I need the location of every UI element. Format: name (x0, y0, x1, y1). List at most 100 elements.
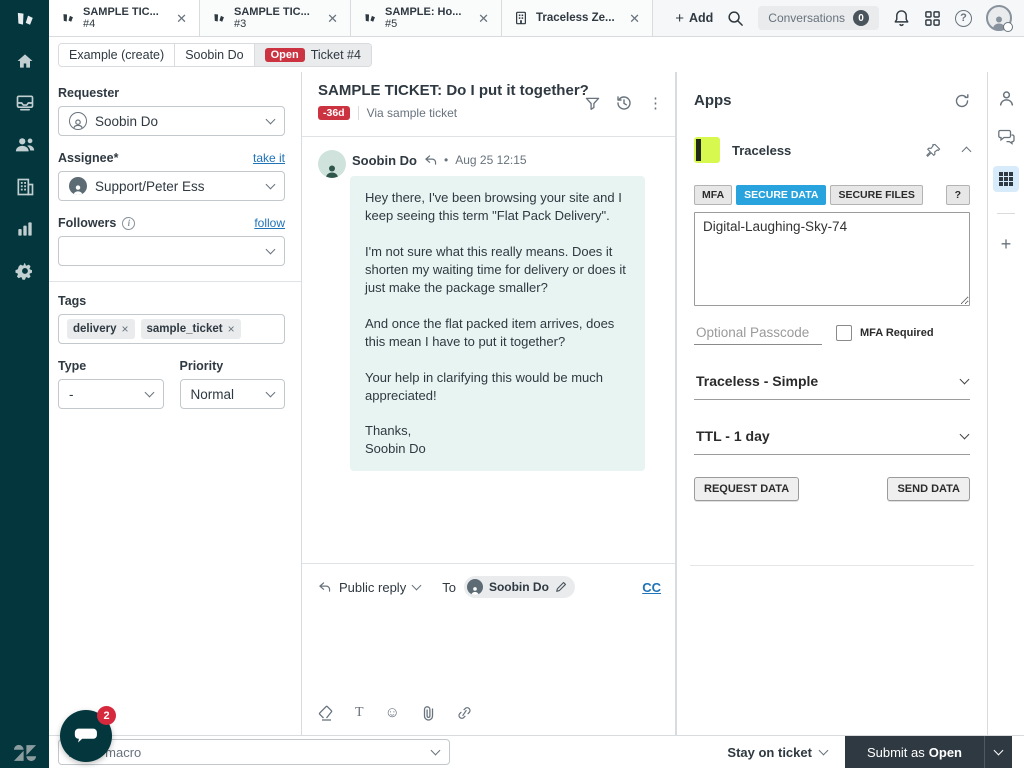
ticket-tab-3[interactable]: SAMPLE TIC... #3 ✕ (200, 0, 351, 36)
customer-context-icon[interactable] (998, 90, 1015, 107)
help-icon[interactable]: ? (955, 10, 972, 27)
tab-mfa[interactable]: MFA (694, 185, 732, 205)
add-button[interactable]: + Add (675, 10, 713, 27)
ticket-header: SAMPLE TICKET: Do I put it together? -36… (302, 72, 675, 137)
apply-macro-select[interactable]: Apply macro (58, 739, 450, 765)
followers-select[interactable] (58, 236, 285, 266)
tab-help[interactable]: ? (946, 185, 970, 205)
tag-label: sample_ticket (147, 323, 223, 335)
eraser-icon[interactable] (318, 705, 334, 721)
conversations-label: Conversations (768, 11, 845, 25)
apps-panel-title: Apps (694, 92, 732, 109)
breadcrumb-brand[interactable]: Example (create) (59, 44, 175, 66)
user-avatar[interactable] (986, 5, 1012, 31)
person-icon (324, 164, 340, 178)
tags-input[interactable]: delivery× sample_ticket × (58, 314, 285, 344)
recipient-name: Soobin Do (489, 580, 549, 594)
chevron-down-icon (144, 388, 154, 398)
reply-type-select[interactable]: Public reply (339, 580, 420, 595)
ticket-message: Soobin Do • Aug 25 12:15 Hey there, I've… (318, 150, 645, 471)
traceless-app-icon (694, 137, 720, 163)
traceless-mode-select[interactable]: Traceless - Simple (694, 367, 970, 400)
followers-label-text: Followers (58, 216, 116, 230)
tag-sample-ticket[interactable]: sample_ticket × (141, 319, 241, 339)
kebab-menu-icon[interactable]: ⋮ (648, 94, 663, 112)
chat-widget-button[interactable]: 2 (60, 710, 112, 762)
ticket-tab-4[interactable]: SAMPLE TIC... #4 ✕ (49, 0, 200, 36)
link-icon[interactable] (456, 705, 473, 721)
type-select[interactable]: - (58, 379, 164, 409)
emoji-icon[interactable]: ☺ (385, 704, 400, 721)
tab-secure-data[interactable]: SECURE DATA (736, 185, 826, 205)
text-format-icon[interactable]: T (355, 705, 364, 721)
views-icon[interactable] (15, 93, 35, 113)
follow-link[interactable]: follow (254, 216, 285, 230)
take-it-link[interactable]: take it (253, 151, 285, 165)
apps-rail-icon[interactable] (993, 166, 1019, 192)
requester-value: Soobin Do (95, 114, 259, 129)
filter-icon[interactable] (585, 96, 600, 111)
ticket-tab-5[interactable]: SAMPLE: Ho... #5 ✕ (351, 0, 502, 36)
apps-grid-icon[interactable] (924, 10, 941, 27)
tag-delivery[interactable]: delivery× (67, 319, 135, 339)
search-icon[interactable] (727, 10, 744, 27)
chevron-down-icon (994, 746, 1004, 756)
submit-options-button[interactable] (984, 736, 1012, 768)
close-icon[interactable]: ✕ (172, 10, 191, 27)
ttl-select[interactable]: TTL - 1 day (694, 422, 970, 455)
breadcrumb-ticket[interactable]: Open Ticket #4 (255, 44, 371, 66)
stay-on-ticket-select[interactable]: Stay on ticket (727, 745, 827, 760)
ticket-icon (212, 11, 226, 25)
traceless-tab[interactable]: Traceless Ze... ✕ (502, 0, 653, 36)
customers-icon[interactable] (14, 135, 36, 155)
admin-gear-icon[interactable] (15, 261, 35, 281)
add-app-icon[interactable]: + (1001, 235, 1012, 253)
reporting-icon[interactable] (15, 219, 35, 239)
status-indicator (1003, 22, 1013, 32)
organizations-icon[interactable] (15, 177, 35, 197)
conversations-button[interactable]: Conversations 0 (758, 6, 879, 30)
remove-tag-icon[interactable]: × (121, 322, 128, 336)
send-data-button[interactable]: SEND DATA (887, 477, 970, 501)
context-rail: + (988, 72, 1024, 768)
requester-select[interactable]: Soobin Do (58, 106, 285, 136)
message-signoff: Thanks, (365, 422, 630, 440)
tab-subtitle: #4 (83, 18, 164, 30)
secure-data-textarea[interactable]: Digital-Laughing-Sky-74 (694, 212, 970, 306)
close-icon[interactable]: ✕ (474, 10, 493, 27)
message-author[interactable]: Soobin Do (352, 153, 417, 168)
collapse-chevron-icon[interactable] (962, 147, 972, 157)
remove-tag-icon[interactable]: × (228, 322, 235, 336)
history-icon[interactable] (616, 95, 632, 111)
refresh-icon[interactable] (954, 93, 970, 109)
zendesk-logo[interactable] (0, 0, 49, 37)
assignee-value: Support/Peter Ess (95, 179, 259, 194)
request-data-button[interactable]: REQUEST DATA (694, 477, 799, 501)
checkbox[interactable] (836, 325, 852, 341)
message-paragraph: Your help in clarifying this would be mu… (365, 369, 630, 405)
customer-avatar[interactable] (318, 150, 346, 178)
home-icon[interactable] (15, 51, 35, 71)
pin-icon[interactable] (926, 143, 941, 158)
recipient-pill[interactable]: Soobin Do (464, 576, 575, 598)
bell-icon[interactable] (893, 9, 910, 27)
submit-as-open-button[interactable]: Submit as Open (845, 736, 984, 768)
zendesk-z-logo[interactable] (0, 744, 49, 762)
message-paragraph: I'm not sure what this really means. Doe… (365, 243, 630, 297)
optional-passcode-input[interactable] (694, 321, 822, 345)
assignee-select[interactable]: Support/Peter Ess (58, 171, 285, 201)
breadcrumb-label: Soobin Do (185, 48, 243, 62)
type-label: Type (58, 359, 86, 373)
cc-link[interactable]: CC (642, 580, 661, 595)
interactions-icon[interactable] (997, 128, 1015, 145)
edit-pencil-icon[interactable] (555, 581, 567, 593)
priority-select[interactable]: Normal (180, 379, 286, 409)
breadcrumb-requester[interactable]: Soobin Do (175, 44, 254, 66)
tab-secure-files[interactable]: SECURE FILES (830, 185, 922, 205)
assignee-label: Assignee* (58, 151, 118, 165)
tab-title: Traceless Ze... (536, 12, 617, 24)
mfa-required-checkbox[interactable]: MFA Required (836, 325, 934, 341)
paperclip-icon[interactable] (421, 705, 435, 721)
close-icon[interactable]: ✕ (625, 10, 644, 27)
close-icon[interactable]: ✕ (323, 10, 342, 27)
